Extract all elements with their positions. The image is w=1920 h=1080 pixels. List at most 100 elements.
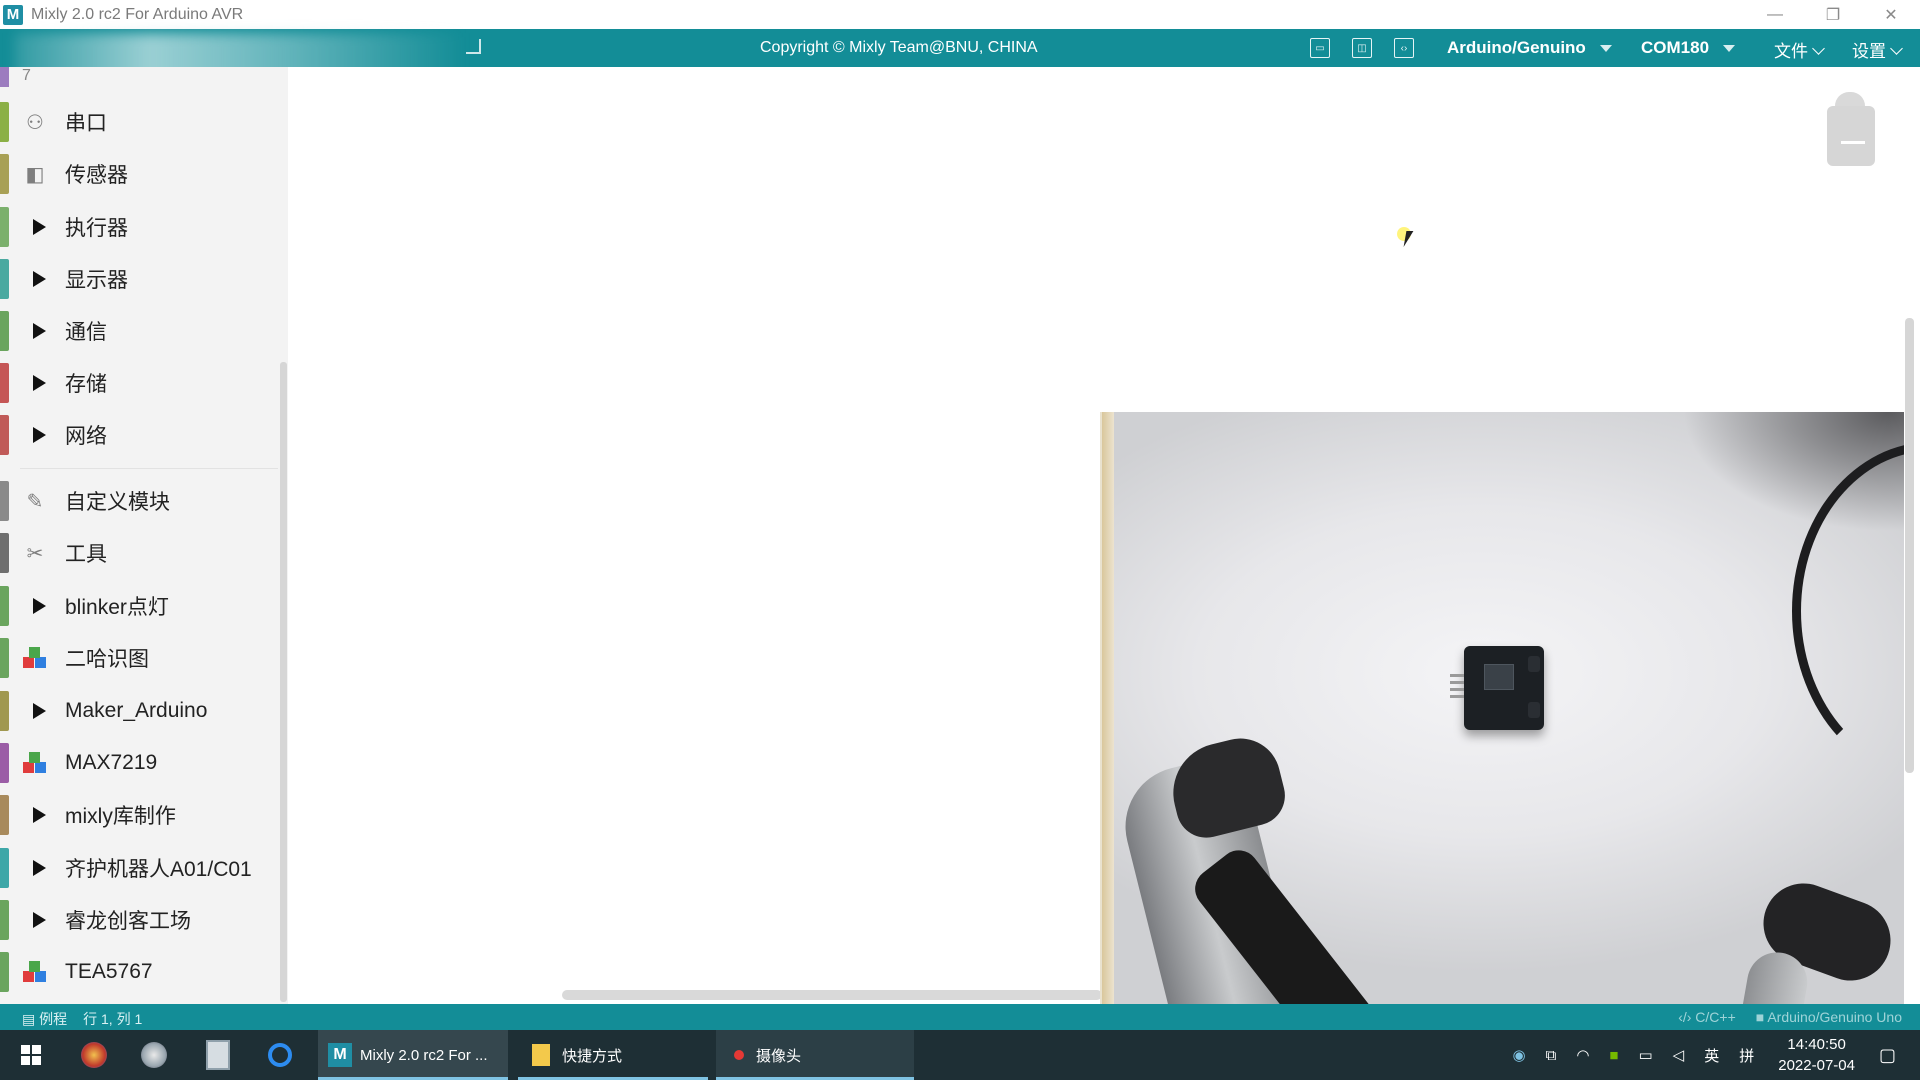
sidebar-item-label: 通信 (65, 321, 107, 344)
task-view-icon[interactable]: ⧉ (1546, 1047, 1557, 1064)
windows-icon (21, 1045, 41, 1065)
sidebar-item-label: 二哈识图 (65, 648, 149, 671)
recording-icon (734, 1050, 744, 1060)
category-color-bar (0, 743, 9, 783)
taskbar-app-label: 摄像头 (756, 1047, 802, 1065)
taskbar-app-camera[interactable]: 摄像头 (716, 1030, 914, 1080)
sidebar-item-communication[interactable]: 通信 (0, 305, 278, 357)
partial-top-bar (0, 67, 9, 87)
port-select[interactable]: COM180 (1641, 38, 1736, 58)
sidebar-item-serial[interactable]: ⚇ 串口 (0, 96, 278, 148)
volume-icon[interactable]: ◁ (1673, 1046, 1685, 1064)
board-select[interactable]: Arduino/Genuino (1447, 38, 1612, 58)
chevron-down-icon (1890, 42, 1903, 55)
custom-module-icon: ✎ (26, 490, 44, 513)
keyboard-indicator[interactable]: 拼 (1739, 1045, 1754, 1066)
category-color-bar (0, 259, 9, 299)
category-color-bar (0, 952, 9, 992)
ime-indicator[interactable]: 英 (1704, 1045, 1719, 1066)
sidebar-item-custom-module[interactable]: ✎ 自定义模块 (0, 475, 278, 527)
sidebar-item-display[interactable]: 显示器 (0, 253, 278, 305)
sidebar-item-maker-arduino[interactable]: Maker_Arduino (0, 685, 278, 737)
sidebar-item-label: 睿龙创客工场 (65, 910, 191, 933)
examples-button[interactable]: ▤ 例程 (22, 1009, 67, 1029)
sidebar-item-storage[interactable]: 存储 (0, 357, 278, 409)
clock[interactable]: 14:40:50 2022-07-04 (1778, 1034, 1855, 1076)
sidebar-divider (20, 468, 278, 469)
sidebar-item-label: 网络 (65, 425, 107, 448)
category-color-bar (0, 207, 9, 247)
sidebar-item-tea5767[interactable]: TEA5767 (0, 946, 278, 998)
sidebar-item-label: 传感器 (65, 164, 128, 187)
sidebar-item-max7219[interactable]: MAX7219 (0, 737, 278, 789)
close-button[interactable]: ✕ (1862, 0, 1920, 29)
toolbar: Copyright © Mixly Team@BNU, CHINA ▭ ◫ ‹›… (0, 29, 1920, 93)
file-menu[interactable]: 文件 (1774, 37, 1825, 62)
sidebar-item-huskylens[interactable]: 二哈识图 (0, 632, 278, 684)
code-view-icon[interactable]: ‹› (1394, 38, 1414, 58)
expand-arrow-icon (21, 213, 49, 241)
trash-can-icon[interactable] (1825, 92, 1877, 166)
sidebar-item-label: 串口 (65, 112, 107, 135)
clock-time: 14:40:50 (1787, 1036, 1846, 1053)
start-button[interactable] (14, 1030, 48, 1080)
sensor-icon: ◧ (25, 163, 45, 186)
window-title: Mixly 2.0 rc2 For Arduino AVR (31, 5, 244, 23)
camera-preview (1100, 412, 1904, 1012)
status-bar: ▤ 例程 行 1, 列 1 ‹/› C/C++ ■ Arduino/Genuin… (0, 1004, 1920, 1030)
sidebar-item-ruilong[interactable]: 睿龙创客工场 (0, 894, 278, 946)
battery-icon[interactable]: ▭ (1638, 1046, 1652, 1064)
browser-icon[interactable] (262, 1030, 298, 1080)
category-color-bar (0, 533, 9, 573)
port-select-value: COM180 (1641, 38, 1710, 57)
sidebar-scrollbar[interactable] (280, 362, 287, 1002)
pinned-app-2-icon[interactable] (136, 1030, 172, 1080)
notification-icon[interactable]: ▢ (1879, 1045, 1896, 1066)
sidebar-item-actuator[interactable]: 执行器 (0, 201, 278, 253)
pinned-app-1-icon[interactable] (76, 1030, 112, 1080)
windows-taskbar: M Mixly 2.0 rc2 For ... 快捷方式 摄像头 ◉ ⧉ ◠ ■… (0, 1030, 1920, 1080)
expand-arrow-icon (21, 421, 49, 449)
caret-down-icon (1599, 45, 1612, 53)
sidebar-item-mixly-lib[interactable]: mixly库制作 (0, 789, 278, 841)
sidebar-item-label: 显示器 (65, 269, 128, 292)
settings-menu[interactable]: 设置 (1852, 37, 1903, 62)
board-select-value: Arduino/Genuino (1447, 38, 1586, 57)
taskbar-app-shortcut[interactable]: 快捷方式 (518, 1030, 708, 1080)
category-color-bar (0, 102, 9, 142)
nvidia-icon[interactable]: ■ (1609, 1047, 1618, 1064)
workspace-horizontal-scrollbar[interactable] (562, 990, 1102, 1000)
expand-arrow-icon (21, 265, 49, 293)
category-color-bar (0, 481, 9, 521)
language-label: C/C++ (1695, 1009, 1736, 1025)
sidebar-item-blinker[interactable]: blinker点灯 (0, 580, 278, 632)
expand-arrow-icon (21, 369, 49, 397)
split-view-icon[interactable]: ◫ (1352, 38, 1372, 58)
minimize-button[interactable]: — (1746, 0, 1804, 29)
copyright-text: Copyright © Mixly Team@BNU, CHINA (760, 39, 1038, 56)
restore-button[interactable]: ❐ (1804, 0, 1862, 29)
sidebar-item-network[interactable]: 网络 (0, 409, 278, 461)
calculator-icon[interactable] (200, 1030, 236, 1080)
board-label: Arduino/Genuino Uno (1767, 1009, 1902, 1025)
caret-down-icon (1723, 45, 1736, 53)
sidebar-item-qihu-robot[interactable]: 齐护机器人A01/C01 (0, 842, 278, 894)
sidebar-item-label: 执行器 (65, 217, 128, 240)
category-color-bar (0, 691, 9, 731)
taskbar-app-label: 快捷方式 (562, 1047, 623, 1065)
category-color-bar (0, 586, 9, 626)
partial-top-item: 7 (22, 67, 31, 84)
system-tray: ◉ ⧉ ◠ ■ ▭ ◁ 英 拼 14:40:50 2022-07-04 ▢ (1503, 1030, 1920, 1080)
mixly-logo-icon: M (3, 4, 23, 25)
category-color-bar (0, 415, 9, 455)
sidebar-item-label: 工具 (65, 543, 107, 566)
sidebar-item-tools[interactable]: ✂ 工具 (0, 527, 278, 579)
taskbar-app-mixly[interactable]: M Mixly 2.0 rc2 For ... (318, 1030, 508, 1080)
chevron-down-icon (1812, 42, 1825, 55)
network-status-icon[interactable]: ◉ (1513, 1046, 1526, 1064)
tab-close-icon[interactable] (466, 39, 481, 54)
workspace-vertical-scrollbar[interactable] (1905, 318, 1914, 773)
wifi-icon[interactable]: ◠ (1576, 1046, 1589, 1064)
sidebar-item-sensor[interactable]: ◧ 传感器 (0, 148, 278, 200)
layout-icon[interactable]: ▭ (1310, 38, 1330, 58)
